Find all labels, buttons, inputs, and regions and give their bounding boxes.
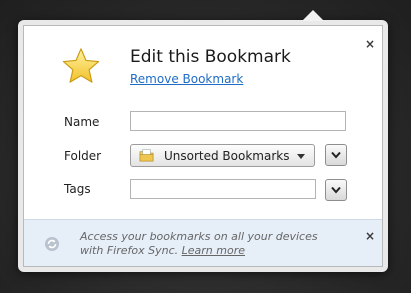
star-icon bbox=[62, 48, 100, 83]
learn-more-link[interactable]: Learn more bbox=[182, 244, 245, 257]
folder-label: Folder bbox=[64, 149, 102, 163]
name-input[interactable] bbox=[130, 111, 346, 131]
sync-icon bbox=[45, 237, 59, 251]
dropdown-caret-icon bbox=[297, 154, 305, 159]
sync-promo-bar: Access your bookmarks on all your device… bbox=[24, 219, 382, 266]
panel-arrow bbox=[302, 10, 324, 21]
sync-message: Access your bookmarks on all your device… bbox=[80, 230, 335, 258]
folder-selected-value: Unsorted Bookmarks bbox=[164, 149, 290, 163]
remove-bookmark-link[interactable]: Remove Bookmark bbox=[130, 72, 243, 86]
close-panel-button[interactable]: × bbox=[365, 38, 375, 50]
chevron-down-icon bbox=[331, 151, 341, 159]
folder-dropdown[interactable]: Unsorted Bookmarks bbox=[130, 144, 315, 167]
folder-icon bbox=[139, 149, 154, 162]
tags-input[interactable] bbox=[130, 179, 316, 199]
close-sync-promo-button[interactable]: × bbox=[365, 230, 375, 242]
panel-title: Edit this Bookmark bbox=[130, 47, 291, 67]
tags-expand-button[interactable] bbox=[325, 179, 347, 201]
edit-bookmark-panel: × Edit this Bookmark Remove Bookmark Nam… bbox=[23, 25, 383, 267]
chevron-down-icon bbox=[331, 186, 341, 194]
name-label: Name bbox=[64, 115, 100, 129]
folder-expand-button[interactable] bbox=[325, 144, 347, 166]
tags-label: Tags bbox=[64, 182, 91, 196]
